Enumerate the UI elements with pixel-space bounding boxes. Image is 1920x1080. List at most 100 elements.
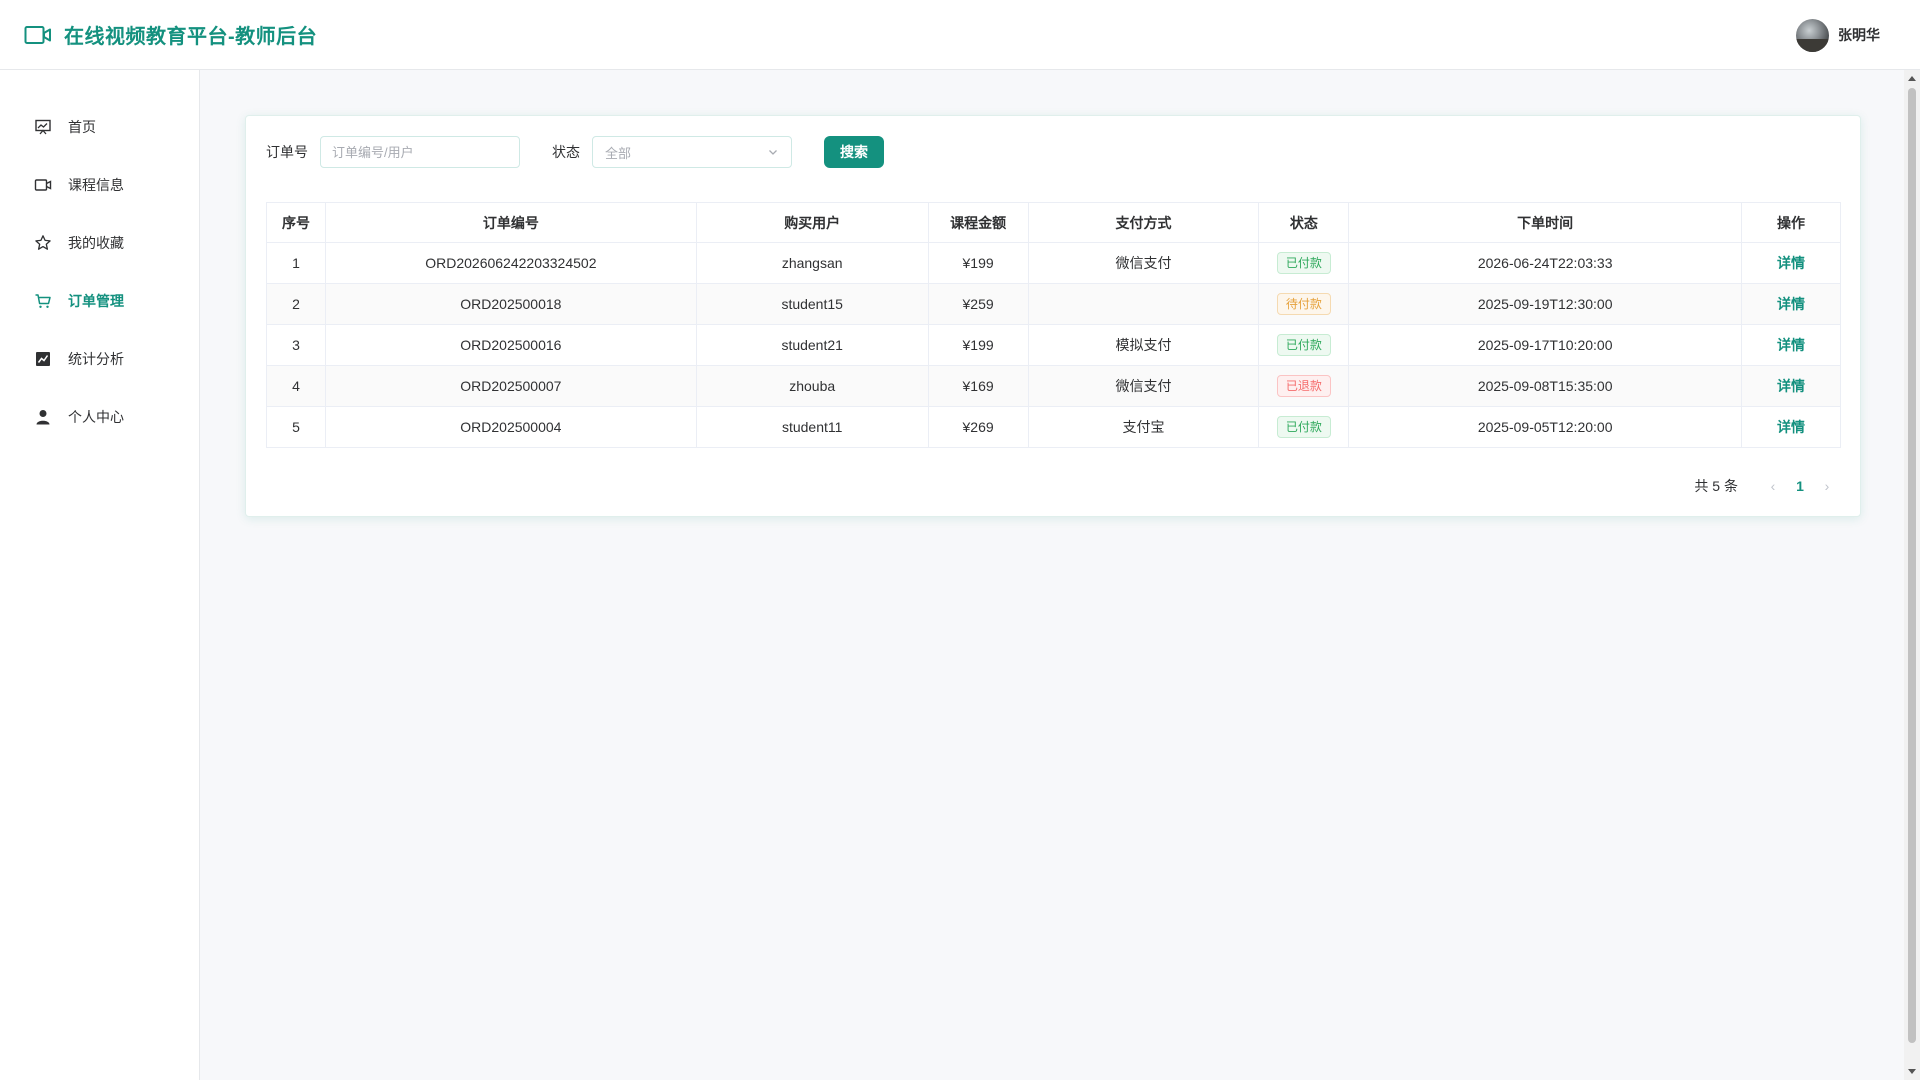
cell-action: 详情	[1741, 283, 1841, 325]
main-content: 订单号 状态 全部 搜索 序号 订单编号 购买用户 课程金额	[200, 70, 1904, 1080]
status-select-value: 全部	[605, 145, 632, 161]
scroll-up-arrow[interactable]	[1908, 76, 1916, 81]
sidebar-item-home[interactable]: 首页	[0, 98, 199, 156]
sidebar-item-statistics[interactable]: 统计分析	[0, 330, 199, 388]
cell-user: zhouba	[695, 365, 929, 407]
cell-order-number: ORD202500007	[324, 365, 697, 407]
cell-user: student15	[695, 283, 929, 325]
status-select[interactable]: 全部	[592, 136, 792, 168]
column-header: 操作	[1741, 202, 1841, 243]
sidebar-item-favorites[interactable]: 我的收藏	[0, 214, 199, 272]
filter-bar: 订单号 状态 全部 搜索	[266, 136, 884, 168]
sidebar-item-label: 我的收藏	[68, 235, 124, 251]
table-row: 3 ORD202500016 student21 ¥199 模拟支付 已付款 2…	[266, 324, 1841, 366]
cell-user: student11	[695, 406, 929, 448]
cart-icon	[34, 292, 52, 310]
sidebar-item-orders[interactable]: 订单管理	[0, 272, 199, 330]
sidebar-item-courses[interactable]: 课程信息	[0, 156, 199, 214]
chart-icon	[34, 350, 52, 368]
sidebar-item-label: 订单管理	[68, 293, 124, 309]
sidebar-item-label: 个人中心	[68, 409, 124, 425]
cell-action: 详情	[1741, 406, 1841, 448]
cell-order-number: ORD202606242203324502	[324, 242, 697, 284]
cell-index: 2	[266, 283, 326, 325]
star-icon	[34, 234, 52, 252]
app-title: 在线视频教育平台-教师后台	[64, 26, 318, 48]
video-camera-icon	[24, 24, 52, 46]
detail-link[interactable]: 详情	[1777, 419, 1805, 435]
status-badge: 已付款	[1276, 334, 1331, 356]
video-camera-icon	[34, 176, 52, 194]
sidebar: 首页 课程信息 我的收藏 订单管理 统计分析 个人中心	[0, 70, 200, 1080]
detail-link[interactable]: 详情	[1777, 255, 1805, 271]
detail-link[interactable]: 详情	[1777, 296, 1805, 312]
table-row: 2 ORD202500018 student15 ¥259 待付款 2025-0…	[266, 283, 1841, 325]
cell-time: 2025-09-08T15:35:00	[1348, 365, 1743, 407]
total-count: 共 5 条	[1694, 478, 1738, 494]
status-label: 状态	[552, 144, 580, 160]
chevron-left-icon[interactable]: ‹	[1762, 478, 1784, 494]
cell-index: 1	[266, 242, 326, 284]
status-badge: 已付款	[1276, 252, 1331, 274]
table-header-row: 序号 订单编号 购买用户 课程金额 支付方式 状态 下单时间 操作	[266, 202, 1841, 243]
column-header: 下单时间	[1348, 202, 1743, 243]
cell-order-number: ORD202500004	[324, 406, 697, 448]
column-header: 状态	[1258, 202, 1350, 243]
cell-index: 5	[266, 406, 326, 448]
brand[interactable]: 在线视频教育平台-教师后台	[24, 20, 317, 49]
cell-action: 详情	[1741, 324, 1841, 366]
page-scrollbar[interactable]	[1904, 70, 1920, 1080]
cell-amount: ¥259	[927, 283, 1029, 325]
user-menu[interactable]: 张明华	[1796, 18, 1880, 52]
table-row: 1 ORD202606242203324502 zhangsan ¥199 微信…	[266, 242, 1841, 284]
order-number-label: 订单号	[266, 144, 308, 160]
chevron-down-icon	[767, 146, 779, 158]
cell-payment	[1027, 283, 1260, 325]
cell-action: 详情	[1741, 365, 1841, 407]
cell-action: 详情	[1741, 242, 1841, 284]
cell-status: 已付款	[1258, 406, 1350, 448]
cell-amount: ¥169	[927, 365, 1029, 407]
sidebar-item-label: 统计分析	[68, 351, 124, 367]
cell-status: 已付款	[1258, 242, 1350, 284]
orders-card: 订单号 状态 全部 搜索 序号 订单编号 购买用户 课程金额	[245, 115, 1861, 517]
user-name[interactable]: 张明华	[1838, 25, 1880, 45]
cell-order-number: ORD202500018	[324, 283, 697, 325]
chevron-right-icon[interactable]: ›	[1816, 478, 1838, 494]
search-button[interactable]: 搜索	[824, 136, 884, 168]
status-badge: 已付款	[1276, 416, 1331, 438]
user-icon	[34, 408, 52, 426]
cell-time: 2025-09-19T12:30:00	[1348, 283, 1743, 325]
sidebar-item-label: 课程信息	[68, 177, 124, 193]
cell-amount: ¥199	[927, 242, 1029, 284]
cell-user: zhangsan	[695, 242, 929, 284]
table-row: 5 ORD202500004 student11 ¥269 支付宝 已付款 20…	[266, 406, 1841, 448]
detail-link[interactable]: 详情	[1777, 337, 1805, 353]
cell-user: student21	[695, 324, 929, 366]
column-header: 序号	[266, 202, 326, 243]
cell-payment: 微信支付	[1027, 365, 1260, 407]
sidebar-item-label: 首页	[68, 119, 96, 135]
detail-link[interactable]: 详情	[1777, 378, 1805, 394]
cell-amount: ¥269	[927, 406, 1029, 448]
pagination: 共 5 条 ‹ 1 ›	[1694, 474, 1838, 498]
order-search-input[interactable]	[320, 136, 520, 168]
table-row: 4 ORD202500007 zhouba ¥169 微信支付 已退款 2025…	[266, 365, 1841, 407]
column-header: 购买用户	[695, 202, 929, 243]
status-badge: 已退款	[1276, 375, 1331, 397]
cell-time: 2025-09-17T10:20:00	[1348, 324, 1743, 366]
avatar[interactable]	[1796, 18, 1829, 52]
cell-payment: 支付宝	[1027, 406, 1260, 448]
page-number[interactable]: 1	[1784, 478, 1816, 494]
cell-status: 待付款	[1258, 283, 1350, 325]
cell-payment: 模拟支付	[1027, 324, 1260, 366]
sidebar-item-profile[interactable]: 个人中心	[0, 388, 199, 446]
column-header: 支付方式	[1027, 202, 1260, 243]
cell-payment: 微信支付	[1027, 242, 1260, 284]
scroll-down-arrow[interactable]	[1908, 1069, 1916, 1074]
column-header: 课程金额	[927, 202, 1029, 243]
scroll-thumb[interactable]	[1908, 88, 1916, 1043]
cell-time: 2025-09-05T12:20:00	[1348, 406, 1743, 448]
cell-time: 2026-06-24T22:03:33	[1348, 242, 1743, 284]
cell-index: 3	[266, 324, 326, 366]
